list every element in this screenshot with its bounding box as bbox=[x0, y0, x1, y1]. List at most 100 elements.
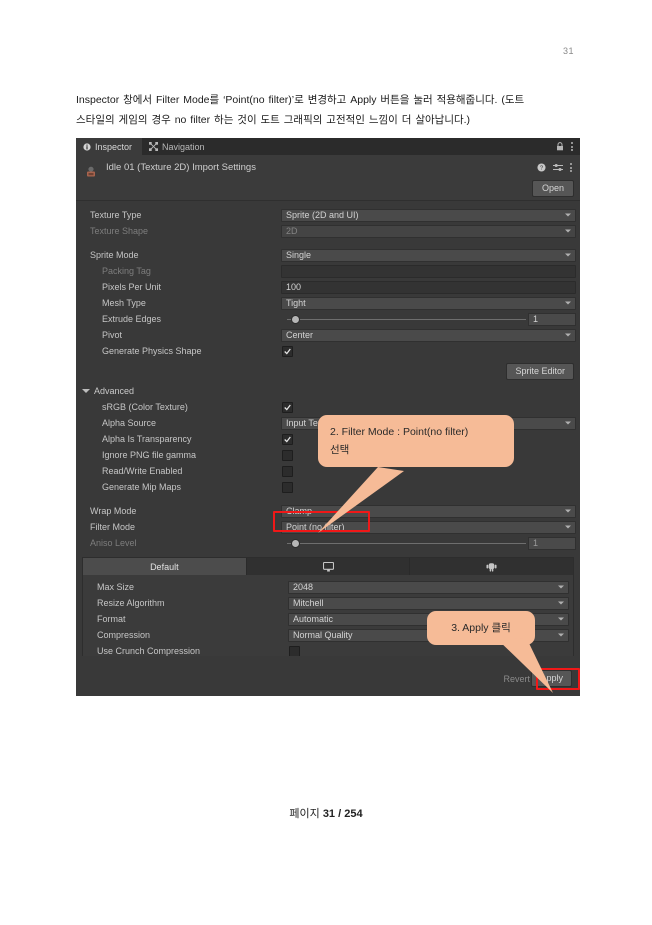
row-pivot: Pivot Center bbox=[76, 327, 580, 343]
asset-header: Idle 01 (Texture 2D) Import Settings ? O… bbox=[76, 155, 580, 201]
asset-menu-icon[interactable] bbox=[570, 163, 572, 172]
check-icon bbox=[284, 436, 291, 443]
label-texture-shape: Texture Shape bbox=[90, 226, 149, 236]
row-packing-tag: Packing Tag bbox=[76, 263, 580, 279]
dropdown-pivot-value: Center bbox=[286, 330, 314, 340]
dropdown-compression-value: Normal Quality bbox=[293, 630, 353, 640]
label-use-crunch-compression: Use Crunch Compression bbox=[97, 646, 201, 656]
label-ignore-png-gamma: Ignore PNG file gamma bbox=[102, 450, 197, 460]
label-pixels-per-unit: Pixels Per Unit bbox=[102, 282, 162, 292]
page-footer-label: 페이지 bbox=[289, 808, 320, 820]
checkbox-box bbox=[282, 449, 293, 461]
input-extrude-edges-value[interactable]: 1 bbox=[528, 312, 576, 326]
lock-icon[interactable] bbox=[556, 142, 564, 151]
tabbar-menu-icon[interactable] bbox=[571, 142, 573, 151]
checkbox-box bbox=[282, 401, 293, 413]
check-icon bbox=[284, 348, 291, 355]
tab-inspector[interactable]: Inspector bbox=[76, 138, 143, 155]
page-footer-current: 31 bbox=[322, 808, 336, 820]
slider-extrude-edges[interactable]: 1 bbox=[281, 312, 576, 326]
dropdown-resize-algorithm-value: Mitchell bbox=[293, 598, 324, 608]
dropdown-max-size-value: 2048 bbox=[293, 582, 314, 592]
asset-title: Idle 01 (Texture 2D) Import Settings bbox=[106, 162, 256, 173]
callout-apply-text: 3. Apply 클릭 bbox=[451, 622, 511, 634]
android-icon bbox=[486, 561, 497, 572]
monitor-icon bbox=[322, 561, 334, 572]
platform-tab-default[interactable]: Default bbox=[83, 558, 247, 575]
navigation-icon bbox=[149, 142, 159, 151]
slider-aniso-level-track[interactable] bbox=[281, 537, 528, 550]
dropdown-texture-shape[interactable]: 2D bbox=[281, 224, 576, 238]
dropdown-texture-type-value: Sprite (2D and UI) bbox=[286, 210, 359, 220]
label-format: Format bbox=[97, 614, 126, 624]
paragraph-line-2: 스타일의 게임의 경우 no filter 하는 것이 도트 그래픽의 고전적인… bbox=[76, 114, 471, 126]
label-max-size: Max Size bbox=[97, 582, 135, 592]
dropdown-texture-type[interactable]: Sprite (2D and UI) bbox=[281, 208, 576, 222]
chevron-down-icon bbox=[565, 525, 571, 529]
callout-filter-mode: 2. Filter Mode : Point(no filter) 선택 bbox=[318, 415, 514, 533]
texture-thumbnail-icon bbox=[84, 165, 98, 179]
callout-filter-line-1: 2. Filter Mode : Point(no filter) bbox=[330, 426, 469, 438]
label-pivot: Pivot bbox=[102, 330, 123, 340]
input-packing-tag[interactable] bbox=[281, 264, 576, 278]
dropdown-mesh-type-value: Tight bbox=[286, 298, 306, 308]
checkbox-box bbox=[282, 345, 293, 357]
row-resize-algorithm: Resize Algorithm Mitchell bbox=[83, 595, 573, 611]
row-sprite-mode: Sprite Mode Single bbox=[76, 247, 580, 263]
row-srgb: sRGB (Color Texture) bbox=[76, 399, 580, 415]
chevron-down-icon bbox=[565, 421, 571, 425]
slider-aniso-level[interactable]: 1 bbox=[281, 536, 576, 550]
label-packing-tag: Packing Tag bbox=[102, 266, 151, 276]
advanced-foldout[interactable]: Advanced bbox=[76, 383, 580, 399]
label-generate-mip-maps: Generate Mip Maps bbox=[102, 482, 182, 492]
dropdown-format-value: Automatic bbox=[293, 614, 334, 624]
chevron-down-icon bbox=[565, 253, 571, 257]
row-generate-physics-shape: Generate Physics Shape bbox=[76, 343, 580, 359]
row-pixels-per-unit: Pixels Per Unit 100 bbox=[76, 279, 580, 295]
label-extrude-edges: Extrude Edges bbox=[102, 314, 162, 324]
platform-tab-standalone[interactable] bbox=[247, 558, 411, 575]
label-resize-algorithm: Resize Algorithm bbox=[97, 598, 165, 608]
chevron-down-icon bbox=[565, 509, 571, 513]
slider-extrude-edges-track[interactable] bbox=[281, 313, 528, 326]
checkbox-srgb[interactable] bbox=[281, 401, 580, 413]
input-pixels-per-unit[interactable]: 100 bbox=[281, 280, 576, 294]
label-read-write-enabled: Read/Write Enabled bbox=[102, 466, 183, 476]
label-sprite-mode: Sprite Mode bbox=[90, 250, 139, 260]
help-icon[interactable]: ? bbox=[537, 163, 546, 172]
chevron-down-icon bbox=[565, 229, 571, 233]
open-button[interactable]: Open bbox=[531, 180, 574, 197]
tab-navigation[interactable]: Navigation bbox=[142, 138, 215, 155]
tab-inspector-label: Inspector bbox=[95, 141, 133, 152]
dropdown-pivot[interactable]: Center bbox=[281, 328, 576, 342]
dropdown-max-size[interactable]: 2048 bbox=[288, 580, 569, 594]
checkbox-box bbox=[282, 465, 293, 477]
label-srgb: sRGB (Color Texture) bbox=[102, 402, 188, 412]
dropdown-resize-algorithm[interactable]: Mitchell bbox=[288, 596, 569, 610]
checkbox-box bbox=[289, 645, 300, 657]
input-pixels-per-unit-value: 100 bbox=[286, 282, 302, 292]
label-wrap-mode: Wrap Mode bbox=[90, 506, 137, 516]
dropdown-mesh-type[interactable]: Tight bbox=[281, 296, 576, 310]
row-texture-type: Texture Type Sprite (2D and UI) bbox=[76, 207, 580, 223]
chevron-down-icon bbox=[558, 585, 564, 589]
row-aniso-level: Aniso Level 1 bbox=[76, 535, 580, 551]
label-alpha-is-transparency: Alpha Is Transparency bbox=[102, 434, 192, 444]
page-number-top: 31 bbox=[562, 46, 574, 56]
label-filter-mode: Filter Mode bbox=[90, 522, 136, 532]
body-paragraph: Inspector 창에서 Filter Mode를 ‘Point(no fil… bbox=[76, 90, 578, 130]
tab-navigation-label: Navigation bbox=[162, 141, 205, 152]
checkbox-generate-physics-shape[interactable] bbox=[281, 345, 580, 357]
platform-tab-android[interactable] bbox=[410, 558, 573, 575]
input-aniso-level-value[interactable]: 1 bbox=[528, 536, 576, 550]
checkbox-box bbox=[282, 481, 293, 493]
page-footer-separator: / bbox=[338, 808, 342, 820]
tabbar-actions bbox=[556, 138, 580, 155]
checkbox-box bbox=[282, 433, 293, 445]
preset-icon[interactable] bbox=[553, 163, 563, 172]
label-mesh-type: Mesh Type bbox=[102, 298, 146, 308]
dropdown-sprite-mode[interactable]: Single bbox=[281, 248, 576, 262]
sprite-editor-button[interactable]: Sprite Editor bbox=[506, 363, 574, 380]
platform-tab-default-label: Default bbox=[150, 561, 179, 572]
label-aniso-level: Aniso Level bbox=[90, 538, 137, 548]
